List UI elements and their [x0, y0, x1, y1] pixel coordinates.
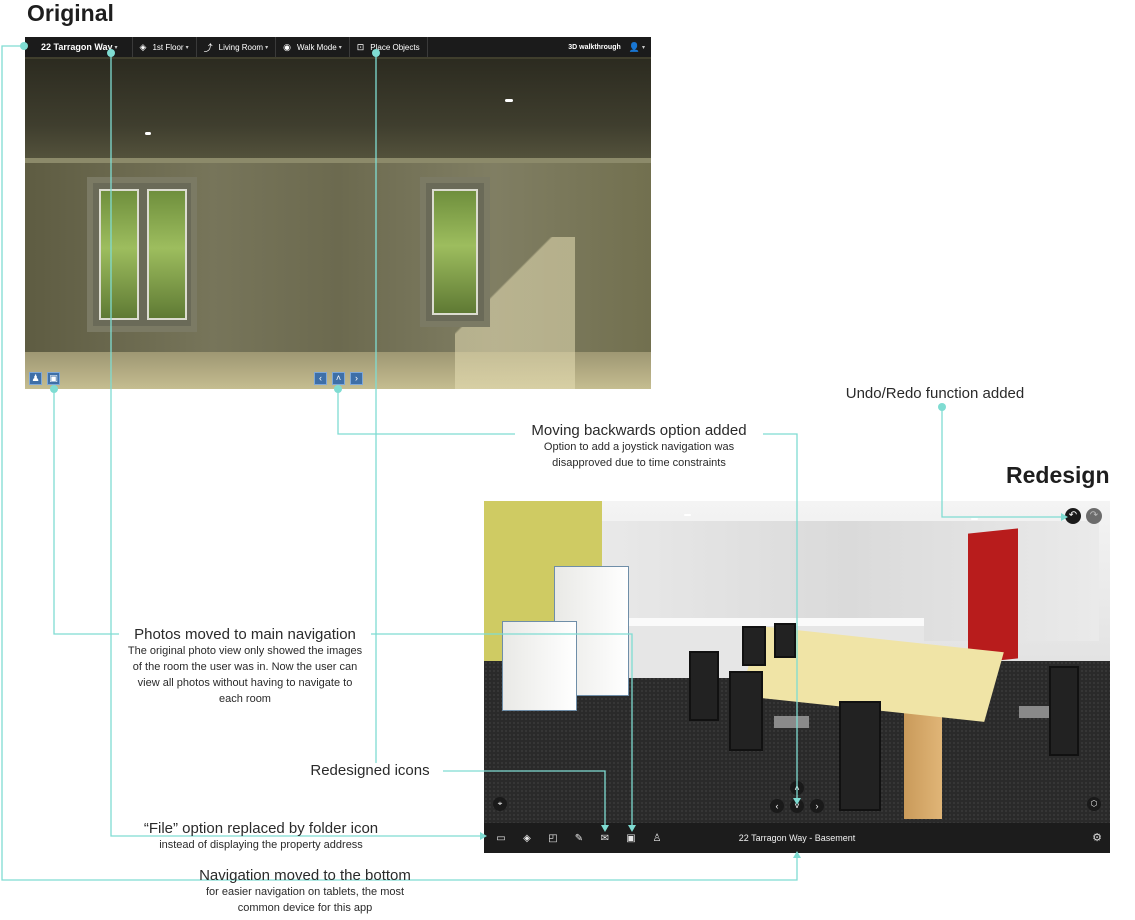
ceiling-light — [505, 99, 513, 102]
redesign-heading: Redesign — [1006, 462, 1110, 488]
annotation-redesigned-icons: Redesigned icons — [300, 762, 440, 779]
layers-icon[interactable]: ◈ — [514, 823, 540, 853]
chevron-down-icon: ▾ — [338, 44, 342, 51]
chevron-down-icon: ▾ — [641, 44, 645, 51]
move-forward-button[interactable]: ˄ — [332, 372, 345, 385]
annotation-subtext: instead of displaying the property addre… — [159, 839, 363, 851]
mode-label: Walk Mode — [296, 42, 337, 52]
annotation-subtext: for easier navigation on tablets, the mo… — [205, 886, 405, 914]
stairs-icon: ⤴ — [203, 42, 213, 53]
room-label: Living Room — [218, 42, 264, 52]
walk-icon[interactable]: ♙ — [644, 823, 670, 853]
person-icon[interactable]: ♟ — [29, 372, 42, 385]
ceiling-light — [971, 518, 978, 520]
cube-icon[interactable]: ⬡ — [1087, 797, 1101, 811]
undo-button[interactable]: ↶ — [1065, 508, 1081, 524]
tools-icon[interactable]: ✎ — [566, 823, 592, 853]
annotation-nav-bottom: Navigation moved to the bottom for easie… — [180, 867, 430, 916]
annotation-file-option: “File” option replaced by folder icon in… — [124, 820, 398, 853]
original-heading: Original — [27, 0, 114, 26]
gear-icon[interactable]: ⚙ — [1092, 831, 1102, 844]
chair — [689, 651, 719, 721]
brand-logo: 3D walkthrough — [568, 43, 621, 51]
fridge — [502, 621, 577, 711]
move-forward-button[interactable]: ˄ — [790, 781, 804, 795]
red-accent-wall — [968, 528, 1018, 664]
annotation-heading: Moving backwards option added — [531, 422, 747, 439]
layers-icon: ◈ — [139, 41, 147, 52]
annotation-heading: Photos moved to main navigation — [134, 626, 356, 643]
location-title: 22 Tarragon Way - Basement — [738, 833, 856, 843]
photo-icon[interactable]: ▣ — [47, 372, 60, 385]
location-pin-icon[interactable]: ⌖ — [493, 797, 507, 811]
photo-icon[interactable]: ▣ — [618, 823, 644, 853]
chevron-down-icon: ▾ — [265, 44, 269, 51]
user-icon[interactable]: 👤 — [629, 42, 640, 53]
mode-menu[interactable]: ◉ Walk Mode ▾ — [276, 37, 350, 57]
chair — [742, 626, 766, 666]
original-toolbar: 22 Tarragon Way ▾ ◈ 1st Floor ▾ ⤴ Living R… — [25, 37, 651, 57]
eye-icon: ◉ — [283, 41, 291, 52]
floor-menu[interactable]: ◈ 1st Floor ▾ — [133, 37, 197, 57]
place-objects-button[interactable]: ⊡ Place Objects — [350, 37, 428, 57]
ceiling-light — [145, 132, 151, 135]
redo-button[interactable]: ↷ — [1086, 508, 1102, 524]
move-left-button[interactable]: ‹ — [314, 372, 327, 385]
redesign-screenshot: ↶ ↷ ⌖ ⬡ ˄ ‹ ˅ › ▭ ◈ ◰ ✎ ✉ ▣ ♙ 22 Tarrago… — [484, 501, 1110, 853]
floorplan-icon[interactable]: ◰ — [540, 823, 566, 853]
annotation-heading: Undo/Redo function added — [845, 385, 1025, 402]
redesign-bottom-bar: ▭ ◈ ◰ ✎ ✉ ▣ ♙ 22 Tarragon Way - Basement… — [484, 823, 1110, 853]
french-door — [87, 177, 197, 332]
property-menu[interactable]: 22 Tarragon Way ▾ — [25, 37, 133, 57]
ceiling — [25, 59, 651, 169]
folder-icon[interactable]: ▭ — [488, 823, 514, 853]
annotation-heading: Redesigned icons — [310, 762, 430, 779]
chair — [1049, 666, 1079, 756]
annotation-subtext: The original photo view only showed the … — [127, 645, 363, 705]
place-objects-label: Place Objects — [370, 42, 420, 52]
move-right-button[interactable]: › — [350, 372, 363, 385]
chevron-down-icon: ▾ — [114, 44, 118, 51]
place-objects-icon: ⊡ — [356, 41, 365, 52]
ceiling-light — [684, 514, 691, 516]
chair — [729, 671, 763, 751]
annotation-heading: Navigation moved to the bottom — [199, 867, 411, 884]
floor-label: 1st Floor — [152, 42, 184, 52]
chair — [839, 701, 881, 811]
crown-moulding — [25, 158, 651, 163]
annotation-subtext: Option to add a joystick navigation was … — [543, 441, 735, 469]
annotation-undo-redo: Undo/Redo function added — [830, 385, 1040, 402]
annotation-moving-backwards: Moving backwards option added Option to … — [512, 422, 766, 471]
move-right-button[interactable]: › — [810, 799, 824, 813]
chair — [774, 623, 796, 658]
side-door — [420, 177, 490, 327]
room-menu[interactable]: ⤴ Living Room ▾ — [197, 37, 277, 57]
chevron-down-icon: ▾ — [185, 44, 189, 51]
move-back-button[interactable]: ˅ — [790, 799, 804, 813]
original-screenshot: 22 Tarragon Way ▾ ◈ 1st Floor ▾ ⤴ Living R… — [25, 37, 651, 389]
annotation-photos: Photos moved to main navigation The orig… — [119, 626, 371, 707]
chair-seat — [774, 716, 809, 728]
mail-icon[interactable]: ✉ — [592, 823, 618, 853]
annotation-heading: “File” option replaced by folder icon — [143, 820, 379, 837]
chair-seat — [1019, 706, 1049, 718]
property-name: 22 Tarragon Way — [41, 42, 113, 52]
move-left-button[interactable]: ‹ — [770, 799, 784, 813]
